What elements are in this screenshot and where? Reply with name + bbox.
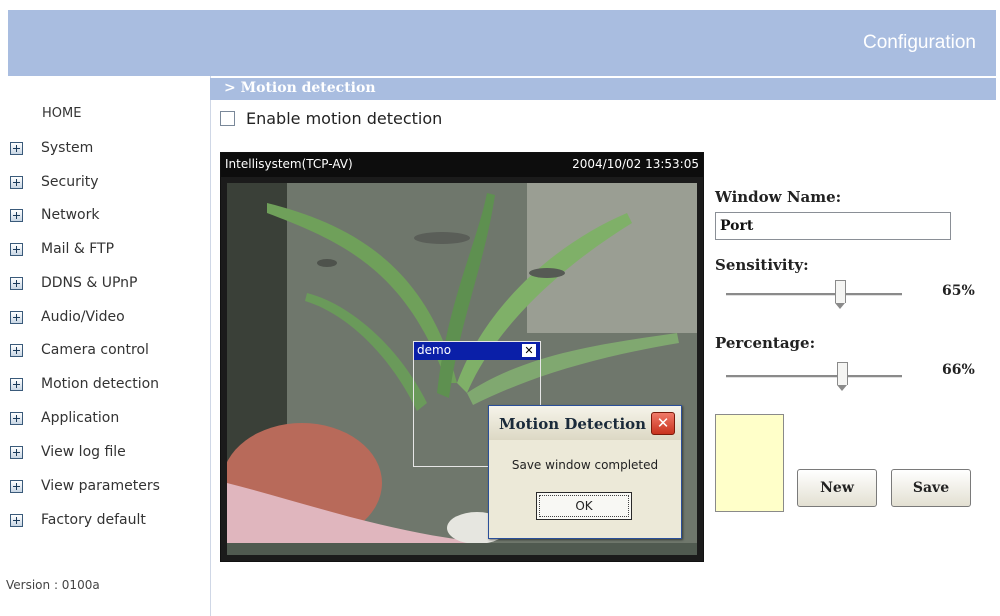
version-text: Version : 0100a — [6, 578, 100, 592]
sidebar-item-label: View parameters — [41, 478, 160, 494]
expand-plus-icon[interactable] — [10, 310, 23, 324]
enable-motion-checkbox[interactable] — [220, 111, 235, 126]
sidebar-item-view-parameters[interactable]: View parameters — [10, 472, 160, 500]
expand-plus-icon[interactable] — [10, 479, 23, 493]
sidebar-item-label: Network — [41, 207, 100, 223]
sidebar-item-network[interactable]: Network — [10, 201, 99, 229]
sidebar-item-label: DDNS & UPnP — [41, 275, 138, 291]
expand-plus-icon[interactable] — [10, 276, 23, 290]
sidebar-item-factory-default[interactable]: Factory default — [10, 506, 146, 534]
sidebar-item-security[interactable]: Security — [10, 168, 99, 196]
sidebar-item-view-log-file[interactable]: View log file — [10, 438, 126, 466]
expand-plus-icon[interactable] — [10, 208, 23, 222]
sidebar-item-label: View log file — [41, 444, 126, 460]
expand-plus-icon[interactable] — [10, 445, 23, 459]
expand-plus-icon[interactable] — [10, 513, 23, 527]
dialog-title: Motion Detection — [499, 415, 647, 433]
sensitivity-label: Sensitivity: — [715, 256, 809, 274]
new-button[interactable]: New — [797, 469, 877, 507]
sidebar-home-link[interactable]: HOME — [42, 106, 81, 121]
sidebar-item-ddns-upnp[interactable]: DDNS & UPnP — [10, 269, 138, 297]
expand-plus-icon[interactable] — [10, 411, 23, 425]
percentage-label: Percentage: — [715, 334, 816, 352]
sensitivity-value: 65% — [942, 283, 975, 299]
sidebar-item-camera-control[interactable]: Camera control — [10, 336, 149, 364]
page-title: Configuration — [862, 32, 976, 53]
sidebar-item-mail-ftp[interactable]: Mail & FTP — [10, 235, 114, 263]
sidebar-item-motion-detection[interactable]: Motion detection — [10, 370, 159, 398]
sidebar: HOME System Security Network Mail & FTP … — [0, 76, 211, 616]
dialog-message: Save window completed — [511, 458, 659, 472]
sidebar-item-audio-video[interactable]: Audio/Video — [10, 303, 125, 331]
expand-plus-icon[interactable] — [10, 175, 23, 189]
sidebar-item-label: Camera control — [41, 342, 149, 358]
sidebar-item-label: Application — [41, 410, 120, 426]
enable-motion-label[interactable]: Enable motion detection — [246, 109, 442, 128]
window-name-label: Window Name: — [715, 188, 842, 206]
percentage-slider[interactable] — [726, 362, 902, 391]
header-bar: Configuration — [8, 10, 996, 76]
dialog-titlebar: Motion Detection ✕ — [489, 406, 681, 440]
camera-name: Intellisystem(TCP-AV) — [225, 157, 353, 171]
percentage-value: 66% — [942, 362, 975, 378]
expand-plus-icon[interactable] — [10, 141, 23, 155]
close-icon[interactable]: ✕ — [651, 412, 675, 435]
window-color-swatch — [715, 414, 784, 512]
camera-timestamp: 2004/10/02 13:53:05 — [572, 157, 699, 171]
section-title: > Motion detection — [224, 80, 376, 96]
sidebar-item-label: Mail & FTP — [41, 241, 115, 257]
expand-plus-icon[interactable] — [10, 343, 23, 357]
expand-plus-icon[interactable] — [10, 377, 23, 391]
percentage-slider-thumb[interactable] — [837, 362, 848, 391]
close-icon[interactable]: ✕ — [522, 344, 536, 357]
section-header: > Motion detection — [210, 78, 996, 100]
motion-window-titlebar[interactable]: demo ✕ — [414, 342, 540, 360]
sensitivity-slider-thumb[interactable] — [835, 280, 846, 309]
camera-info-bar: Intellisystem(TCP-AV) 2004/10/02 13:53:0… — [221, 153, 703, 177]
sidebar-item-system[interactable]: System — [10, 134, 93, 162]
expand-plus-icon[interactable] — [10, 242, 23, 256]
sensitivity-slider[interactable] — [726, 280, 902, 309]
sidebar-item-application[interactable]: Application — [10, 404, 119, 432]
window-name-input[interactable] — [715, 212, 951, 240]
alert-dialog: Motion Detection ✕ Save window completed… — [488, 405, 682, 539]
sidebar-item-label: Security — [41, 174, 99, 190]
sidebar-item-label: Motion detection — [41, 376, 160, 392]
ok-button[interactable]: OK — [536, 492, 632, 520]
sidebar-item-label: Factory default — [41, 512, 146, 528]
save-button[interactable]: Save — [891, 469, 971, 507]
sidebar-item-label: System — [41, 140, 94, 156]
sidebar-item-label: Audio/Video — [41, 309, 125, 325]
motion-window-name: demo — [417, 343, 452, 357]
